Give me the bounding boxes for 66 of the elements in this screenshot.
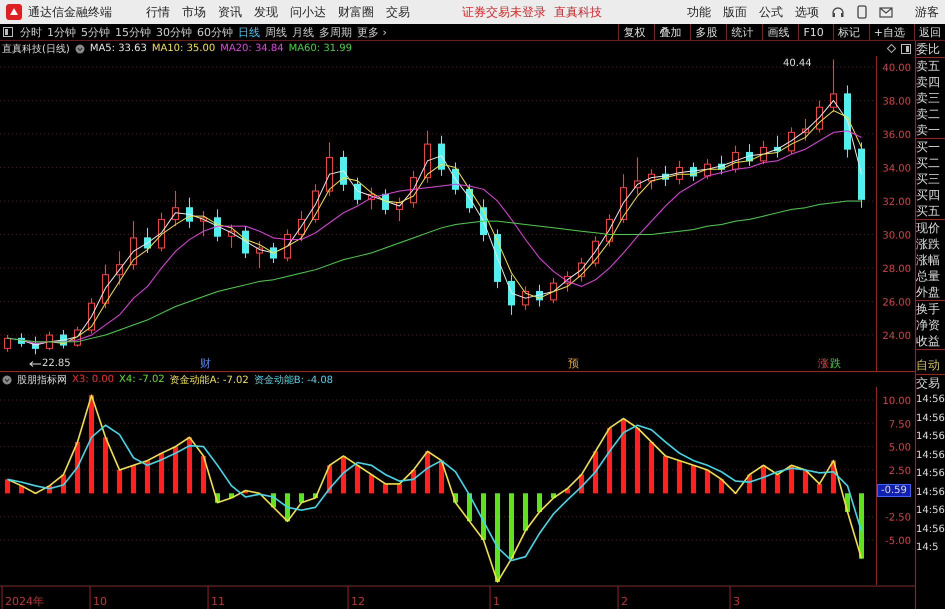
high-price-label: 40.44 xyxy=(783,58,812,69)
legend-entry: 资金动能B: -4.08 xyxy=(254,374,334,386)
quote-label: 涨幅 xyxy=(916,252,941,268)
trade-time: 14:5 xyxy=(916,541,940,555)
quote-label: 买三 xyxy=(916,171,941,187)
quote-label: 涨跌 xyxy=(916,236,941,252)
stock-name: 直真科技 xyxy=(554,4,602,20)
axis-label: 40.00 xyxy=(882,63,912,74)
quote-label: 卖五 xyxy=(916,58,941,74)
date-label: 2 xyxy=(621,595,628,608)
quote-label: 买四 xyxy=(916,187,941,203)
quote-label: 换手 xyxy=(916,301,941,317)
quote-label: 卖四 xyxy=(916,74,941,90)
app-title: 通达信金融终端 xyxy=(28,4,112,20)
date-label: 2024年 xyxy=(5,595,44,608)
axis-label: 28.00 xyxy=(882,264,912,275)
axis-label: 30.00 xyxy=(882,230,912,242)
trade-time: 14:56 xyxy=(916,486,945,500)
trade-time: 14:56 xyxy=(916,393,945,407)
legend-entry: MA10: 35.00 xyxy=(152,43,216,54)
quote-label: 净资 xyxy=(916,317,941,333)
axis-label: 32.00 xyxy=(882,197,912,208)
date-label: 11 xyxy=(211,595,225,608)
axis-label: 36.00 xyxy=(882,130,912,142)
quote-label: 卖二 xyxy=(916,106,941,122)
axis-label: 5.00 xyxy=(888,442,911,454)
axis-label: 34.00 xyxy=(882,164,912,175)
current-value-label: -0.59 xyxy=(877,484,911,497)
axis-label: 10.00 xyxy=(882,396,911,407)
date-label: 1 xyxy=(493,595,500,608)
chart-title: 直真科技(日线) xyxy=(2,42,70,56)
quote-label: 现价 xyxy=(916,220,941,236)
trade-time: 14:56 xyxy=(916,504,945,518)
legend-entry: 资金动能A: -7.02 xyxy=(170,374,249,386)
trade-time: 14:56 xyxy=(916,448,945,462)
axis-label: 26.00 xyxy=(882,298,912,308)
indicator-title: 股朋指标网 xyxy=(17,374,67,386)
quote-label: 买一 xyxy=(916,139,941,155)
quote-label: 委比 xyxy=(916,41,941,57)
axis-label: 7.50 xyxy=(888,419,911,430)
legend-entry: MA5: 33.63 xyxy=(90,43,147,54)
quote-label: 收益 xyxy=(916,333,941,349)
legend-entry: MA20: 34.84 xyxy=(220,43,284,54)
date-label: 12 xyxy=(351,595,365,608)
axis-label: 2.50 xyxy=(888,466,911,477)
trade-time: 14:56 xyxy=(916,430,945,444)
date-label: 10 xyxy=(93,595,107,608)
legend-entry: MA60: 31.99 xyxy=(288,43,352,54)
axis-label: 38.00 xyxy=(882,96,912,108)
trade-time: 14:56 xyxy=(916,467,945,481)
trade-time: 14:56 xyxy=(916,412,945,426)
quote-label: 买五 xyxy=(916,203,941,219)
axis-label: 24.00 xyxy=(882,331,912,342)
quote-label: 卖三 xyxy=(916,90,941,106)
quote-label: 外盘 xyxy=(916,284,941,300)
legend-entry: X3: 0.00 xyxy=(72,374,114,385)
low-price-label: 22.85 xyxy=(42,358,71,369)
quote-label: 总量 xyxy=(916,268,941,284)
quote-label: 卖一 xyxy=(916,122,941,138)
trade-label: 交易 xyxy=(916,375,941,391)
legend-entry: X4: -7.02 xyxy=(119,374,165,385)
axis-label: -5.00 xyxy=(885,536,911,547)
quote-label: 买二 xyxy=(916,155,941,171)
trade-time: 14:56 xyxy=(916,522,945,536)
date-label: 3 xyxy=(733,595,740,608)
axis-label: -2.50 xyxy=(885,512,911,524)
